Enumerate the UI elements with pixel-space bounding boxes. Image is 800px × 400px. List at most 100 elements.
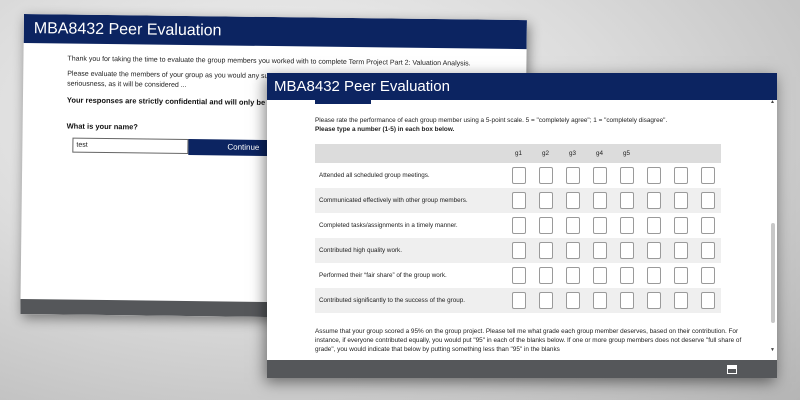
rating-input[interactable] — [565, 167, 580, 184]
rating-input[interactable] — [619, 292, 634, 309]
rating-cell — [505, 288, 532, 313]
rating-cell — [586, 213, 613, 238]
rating-input[interactable] — [700, 292, 715, 309]
rating-cell — [667, 188, 694, 213]
rating-cell — [667, 288, 694, 313]
scroll-down-icon[interactable]: ▼ — [770, 347, 775, 353]
rating-input[interactable] — [673, 217, 688, 234]
rating-input[interactable] — [646, 267, 661, 284]
rating-input[interactable] — [673, 167, 688, 184]
rating-input[interactable] — [619, 242, 634, 259]
scale-instruction: Please rate the performance of each grou… — [315, 117, 668, 124]
rating-input[interactable] — [646, 242, 661, 259]
rating-cell — [694, 288, 721, 313]
column-header: g1 — [505, 144, 532, 163]
rating-input[interactable] — [700, 267, 715, 284]
table-row: Contributed significantly to the success… — [315, 288, 721, 313]
rating-cell — [613, 188, 640, 213]
rating-input[interactable] — [673, 292, 688, 309]
rating-input[interactable] — [592, 292, 607, 309]
rating-input[interactable] — [511, 167, 526, 184]
rating-cell — [694, 188, 721, 213]
rating-cell — [559, 188, 586, 213]
rating-input[interactable] — [619, 217, 634, 234]
rating-cell — [505, 263, 532, 288]
rating-cell — [694, 238, 721, 263]
scrollbar-thumb[interactable] — [771, 223, 775, 323]
name-input[interactable]: test — [72, 137, 189, 155]
rating-cell — [613, 163, 640, 188]
rating-input[interactable] — [673, 267, 688, 284]
rating-input[interactable] — [565, 192, 580, 209]
statement-header — [315, 144, 505, 163]
rating-input[interactable] — [592, 267, 607, 284]
scroll-up-icon[interactable]: ▲ — [770, 99, 775, 105]
rating-input[interactable] — [538, 167, 553, 184]
rating-cell — [640, 188, 667, 213]
rating-input[interactable] — [646, 192, 661, 209]
rating-input[interactable] — [700, 217, 715, 234]
rating-cell — [613, 238, 640, 263]
rating-input[interactable] — [565, 242, 580, 259]
rating-input[interactable] — [619, 192, 634, 209]
rating-cell — [532, 163, 559, 188]
statement-label: Contributed significantly to the success… — [315, 288, 505, 313]
rating-cell — [586, 288, 613, 313]
grade-instructions: Assume that your group scored a 95% on t… — [315, 328, 742, 353]
rating-input[interactable] — [700, 167, 715, 184]
rating-input[interactable] — [619, 167, 634, 184]
rating-cell — [505, 213, 532, 238]
rating-cell — [505, 188, 532, 213]
column-header: g5 — [613, 144, 640, 163]
rating-input[interactable] — [538, 217, 553, 234]
window-expand-icon[interactable] — [727, 365, 737, 374]
rating-input[interactable] — [673, 192, 688, 209]
rating-cell — [694, 163, 721, 188]
rating-cell — [559, 263, 586, 288]
rating-input[interactable] — [565, 217, 580, 234]
rating-input[interactable] — [538, 267, 553, 284]
column-header — [694, 144, 721, 163]
rating-input[interactable] — [592, 242, 607, 259]
rating-input[interactable] — [565, 292, 580, 309]
rating-cell — [613, 288, 640, 313]
rating-cell — [586, 263, 613, 288]
rating-cell — [694, 263, 721, 288]
rating-cell — [532, 288, 559, 313]
rating-input[interactable] — [565, 267, 580, 284]
grid-header-row: g1 g2 g3 g4 g5 — [315, 144, 721, 163]
rating-input[interactable] — [511, 217, 526, 234]
rating-cell — [613, 213, 640, 238]
rating-input[interactable] — [538, 242, 553, 259]
rating-input[interactable] — [646, 292, 661, 309]
column-header: g2 — [532, 144, 559, 163]
rating-cell — [559, 163, 586, 188]
column-header: g3 — [559, 144, 586, 163]
partial-button[interactable] — [315, 100, 371, 104]
rating-input[interactable] — [592, 167, 607, 184]
rating-cell — [640, 213, 667, 238]
rating-input[interactable] — [511, 192, 526, 209]
front-window-title: MBA8432 Peer Evaluation — [267, 73, 777, 100]
rating-input[interactable] — [538, 292, 553, 309]
rating-cell — [586, 238, 613, 263]
rating-instructions: Please rate the performance of each grou… — [315, 116, 667, 134]
rating-input[interactable] — [646, 217, 661, 234]
table-row: Attended all scheduled group meetings. — [315, 163, 721, 188]
rating-input[interactable] — [538, 192, 553, 209]
rating-input[interactable] — [673, 242, 688, 259]
rating-input[interactable] — [700, 242, 715, 259]
rating-input[interactable] — [511, 242, 526, 259]
rating-input[interactable] — [592, 217, 607, 234]
rating-input[interactable] — [619, 267, 634, 284]
rating-input[interactable] — [511, 292, 526, 309]
rating-input[interactable] — [700, 192, 715, 209]
rating-input[interactable] — [646, 167, 661, 184]
rating-cell — [532, 188, 559, 213]
front-window-footer — [267, 360, 777, 378]
statement-label: Contributed high quality work. — [315, 238, 505, 263]
column-header: g4 — [586, 144, 613, 163]
rating-input[interactable] — [511, 267, 526, 284]
rating-input[interactable] — [592, 192, 607, 209]
intro-text: Thank you for taking the time to evaluat… — [67, 55, 471, 68]
